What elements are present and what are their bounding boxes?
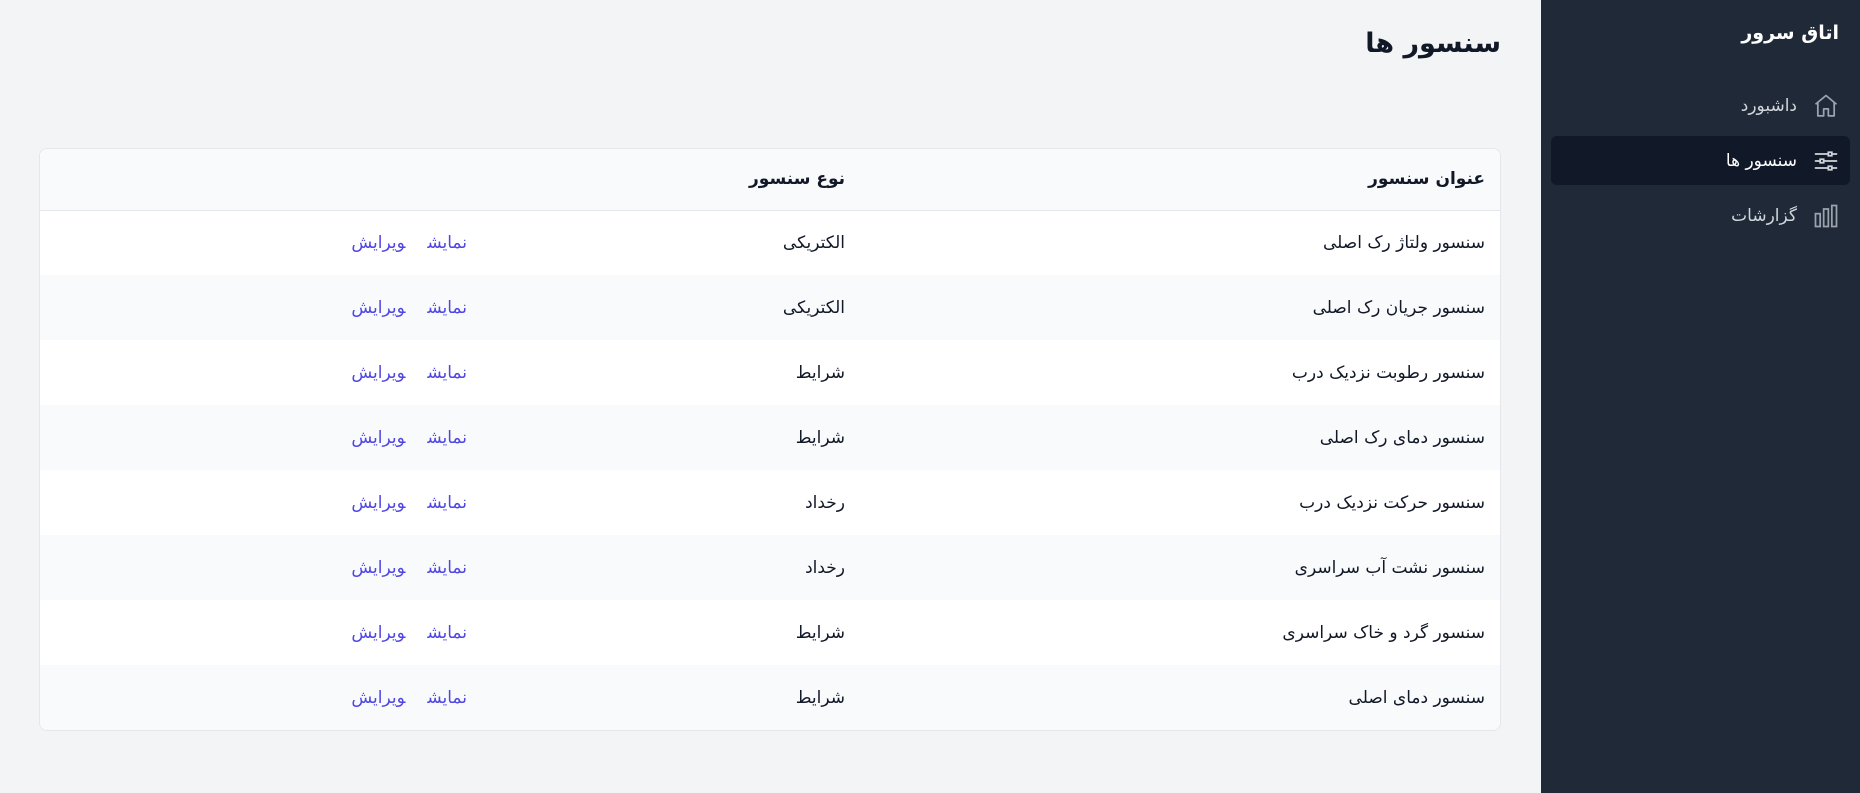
table-header-row: عنوان سنسور نوع سنسور [40,149,1500,210]
sensor-title-cell: سنسور نشت آب سراسری [1294,557,1485,578]
actions-cell: نمایش ویرایش [40,340,467,405]
edit-link[interactable]: ویرایش [351,688,405,708]
actions-cell: نمایش ویرایش [40,600,467,665]
edit-link[interactable]: ویرایش [351,558,405,578]
brand-title: اتاق سرور [1741,22,1839,44]
sensor-title-cell: سنسور دمای اصلی [1348,687,1485,708]
edit-link[interactable]: ویرایش [351,298,405,318]
edit-link[interactable]: ویرایش [351,623,405,643]
table-row: سنسور گرد و خاک سراسری شرایط نمایش ویرایش [40,600,1500,665]
table-row: سنسور حرکت نزدیک درب رخداد نمایش ویرایش [40,470,1500,535]
sidebar-item-label: گزارشات [1731,205,1797,226]
show-link[interactable]: نمایش [427,623,467,643]
sliders-icon [1812,147,1840,175]
sensor-type-cell: الکتریکی [782,297,845,318]
sensor-title-cell: سنسور رطوبت نزدیک درب [1291,362,1485,383]
sensor-type-cell: شرایط [795,427,845,448]
edit-link[interactable]: ویرایش [351,428,405,448]
actions-cell: نمایش ویرایش [40,470,467,535]
sensor-type-cell: رخداد [805,557,845,578]
sensor-type-cell: رخداد [805,492,845,513]
edit-link[interactable]: ویرایش [351,493,405,513]
show-link[interactable]: نمایش [427,298,467,318]
show-link[interactable]: نمایش [427,428,467,448]
actions-cell: نمایش ویرایش [40,665,467,730]
edit-link[interactable]: ویرایش [351,363,405,383]
actions-cell: نمایش ویرایش [40,535,467,600]
sidebar-item-sensors[interactable]: سنسور ها [1551,136,1850,185]
sensor-type-cell: الکتریکی [782,232,845,253]
home-icon [1812,92,1840,120]
actions-cell: نمایش ویرایش [40,275,467,340]
sensor-type-cell: شرایط [795,687,845,708]
header-actions [40,149,467,210]
show-link[interactable]: نمایش [427,688,467,708]
sidebar-nav: داشبورد سنسور ها گزارشات [1551,81,1850,246]
show-link[interactable]: نمایش [427,233,467,253]
sidebar-item-label: سنسور ها [1725,150,1797,171]
table-row: سنسور دمای رک اصلی شرایط نمایش ویرایش [40,405,1500,470]
sensors-table: عنوان سنسور نوع سنسور سنسور ولتاژ رک اصل… [40,149,1500,730]
sensor-title-cell: سنسور گرد و خاک سراسری [1282,622,1485,643]
sidebar-item-label: داشبورد [1740,95,1797,116]
show-link[interactable]: نمایش [427,363,467,383]
table-row: سنسور دمای اصلی شرایط نمایش ویرایش [40,665,1500,730]
sensor-title-cell: سنسور دمای رک اصلی [1319,427,1485,448]
header-sensor-type: نوع سنسور [749,169,845,190]
edit-link[interactable]: ویرایش [351,233,405,253]
table-row: سنسور جریان رک اصلی الکتریکی نمایش ویرایش [40,275,1500,340]
sensor-title-cell: سنسور جریان رک اصلی [1312,297,1485,318]
table-row: سنسور رطوبت نزدیک درب شرایط نمایش ویرایش [40,340,1500,405]
actions-cell: نمایش ویرایش [40,405,467,470]
table-row: سنسور ولتاژ رک اصلی الکتریکی نمایش ویرایش [40,210,1500,275]
sidebar-item-dashboard[interactable]: داشبورد [1551,81,1850,130]
main-content: سنسور ها عنوان سنسور نوع سنسور سنسور ولت… [0,0,1541,793]
sidebar-item-reports[interactable]: گزارشات [1551,191,1850,240]
sidebar: اتاق سرور داشبورد سنسور ها گزارشات [1541,0,1860,793]
show-link[interactable]: نمایش [427,558,467,578]
sensors-table-card: عنوان سنسور نوع سنسور سنسور ولتاژ رک اصل… [39,148,1501,731]
header-sensor-title: عنوان سنسور [1368,169,1485,190]
table-row: سنسور نشت آب سراسری رخداد نمایش ویرایش [40,535,1500,600]
sensor-title-cell: سنسور حرکت نزدیک درب [1299,492,1485,513]
show-link[interactable]: نمایش [427,493,467,513]
sensor-title-cell: سنسور ولتاژ رک اصلی [1322,232,1485,253]
actions-cell: نمایش ویرایش [40,210,467,275]
sensor-type-cell: شرایط [795,362,845,383]
sensor-type-cell: شرایط [795,622,845,643]
page-title: سنسور ها [1365,28,1501,59]
bar-chart-icon [1812,202,1840,230]
